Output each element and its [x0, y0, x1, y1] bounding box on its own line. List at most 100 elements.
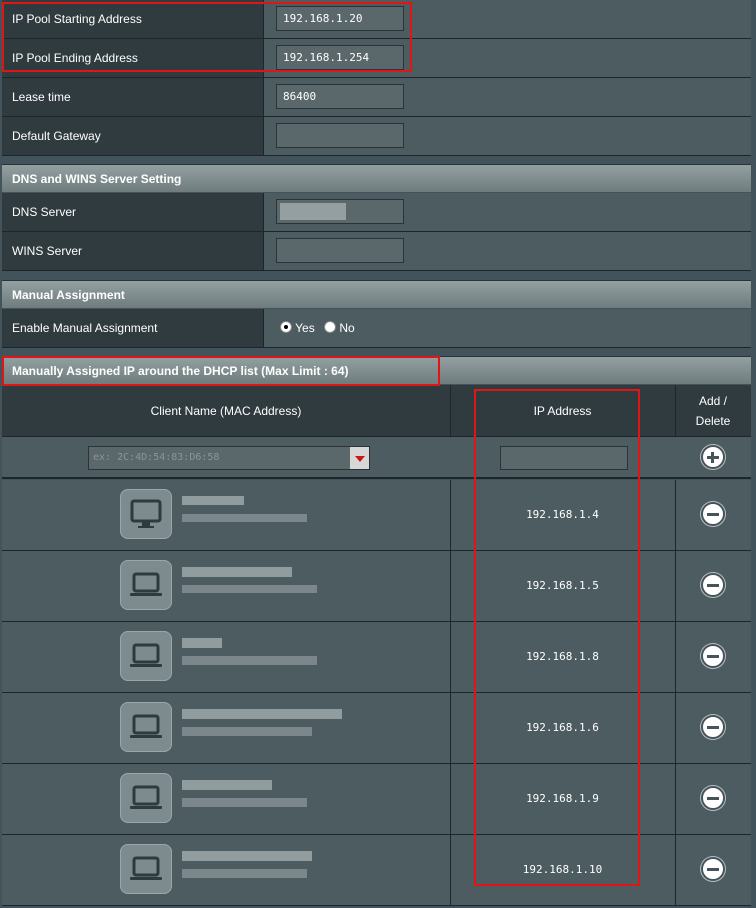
action-cell	[675, 480, 751, 550]
lease-time-label: Lease time	[2, 78, 264, 116]
radio-yes[interactable]: Yes	[280, 309, 315, 347]
enable-manual-label: Enable Manual Assignment	[2, 309, 264, 347]
delete-entry-button[interactable]	[701, 715, 725, 739]
ip-pool-start-input[interactable]	[276, 6, 404, 31]
laptop-icon[interactable]	[120, 631, 172, 681]
client-name-redacted	[182, 709, 342, 719]
client-cell	[2, 835, 451, 905]
dns-server-label: DNS Server	[2, 193, 264, 231]
plus-icon-vertical	[711, 452, 714, 463]
table-row: 192.168.1.10	[2, 835, 751, 906]
laptop-icon[interactable]	[120, 773, 172, 823]
delete-entry-button[interactable]	[701, 857, 725, 881]
client-name-redacted	[182, 514, 307, 522]
ip-address-cell: 192.168.1.9	[450, 764, 676, 834]
wins-server-cell	[264, 232, 751, 270]
lease-time-input[interactable]	[276, 84, 404, 109]
radio-yes-label: Yes	[295, 321, 315, 335]
action-cell	[675, 622, 751, 692]
radio-no-label: No	[339, 321, 355, 335]
table-row: 192.168.1.8	[2, 622, 751, 693]
action-cell	[675, 693, 751, 763]
radio-no-button[interactable]	[324, 321, 336, 333]
client-cell	[2, 693, 451, 763]
delete-entry-button[interactable]	[701, 502, 725, 526]
client-name-redacted	[182, 656, 317, 665]
add-entry-button[interactable]	[701, 445, 725, 469]
minus-icon	[707, 797, 719, 800]
dns-server-redacted	[280, 203, 346, 220]
delete-entry-button[interactable]	[701, 786, 725, 810]
ip-address-cell: 192.168.1.10	[450, 835, 676, 905]
desktop-icon[interactable]	[120, 489, 172, 539]
default-gateway-label: Default Gateway	[2, 117, 264, 155]
ip-pool-start-row: IP Pool Starting Address	[2, 0, 751, 39]
column-add-delete: Add / Delete	[675, 385, 751, 436]
default-gateway-cell	[264, 117, 751, 155]
minus-icon	[707, 726, 719, 729]
ip-pool-start-cell	[264, 0, 751, 38]
client-cell	[2, 764, 451, 834]
ip-pool-end-cell	[264, 39, 751, 77]
client-name-redacted	[182, 780, 272, 790]
client-name-redacted	[182, 496, 244, 505]
client-mac-select[interactable]: ex: 2C:4D:54:83:D6:58	[88, 446, 370, 470]
client-cell	[2, 480, 451, 550]
client-cell	[2, 551, 451, 621]
new-ip-input[interactable]	[500, 446, 628, 470]
dns-section-header: DNS and WINS Server Setting	[2, 164, 751, 192]
ip-pool-end-row: IP Pool Ending Address	[2, 39, 751, 78]
ip-address-cell: 192.168.1.8	[450, 622, 676, 692]
action-cell	[675, 764, 751, 834]
minus-icon	[707, 513, 719, 516]
client-name-redacted	[182, 567, 292, 577]
client-name-redacted	[182, 798, 307, 807]
minus-icon	[707, 584, 719, 587]
default-gateway-row: Default Gateway	[2, 117, 751, 156]
table-row: 192.168.1.6	[2, 693, 751, 764]
client-name-redacted	[182, 585, 317, 593]
enable-manual-row: Enable Manual Assignment Yes No	[2, 309, 751, 348]
table-row: 192.168.1.9	[2, 764, 751, 835]
wins-server-input[interactable]	[276, 238, 404, 263]
ip-pool-end-label: IP Pool Ending Address	[2, 39, 264, 77]
lease-time-row: Lease time	[2, 78, 751, 117]
ip-pool-end-input[interactable]	[276, 45, 404, 70]
dns-server-row: DNS Server	[2, 193, 751, 232]
table-row: 192.168.1.4	[2, 480, 751, 551]
laptop-icon[interactable]	[120, 702, 172, 752]
default-gateway-input[interactable]	[276, 123, 404, 148]
action-cell	[675, 835, 751, 905]
delete-entry-button[interactable]	[701, 644, 725, 668]
client-cell	[2, 622, 451, 692]
wins-server-label: WINS Server	[2, 232, 264, 270]
table-row: 192.168.1.5	[2, 551, 751, 622]
column-delete-label: Delete	[695, 414, 731, 428]
client-name-redacted	[182, 869, 307, 878]
chevron-down-icon[interactable]	[349, 447, 369, 469]
client-name-redacted	[182, 727, 312, 736]
dns-server-cell	[264, 193, 751, 231]
column-client-name: Client Name (MAC Address)	[2, 385, 451, 436]
add-entry-row: ex: 2C:4D:54:83:D6:58	[2, 437, 751, 479]
dhcp-list-header: Manually Assigned IP around the DHCP lis…	[2, 356, 751, 384]
ip-address-cell: 192.168.1.5	[450, 551, 676, 621]
manual-assignment-header: Manual Assignment	[2, 280, 751, 308]
delete-entry-button[interactable]	[701, 573, 725, 597]
client-name-redacted	[182, 638, 222, 648]
ip-address-cell: 192.168.1.6	[450, 693, 676, 763]
minus-icon	[707, 868, 719, 871]
laptop-icon[interactable]	[120, 844, 172, 894]
column-add-label: Add /	[698, 394, 728, 408]
radio-no[interactable]: No	[324, 309, 355, 347]
wins-server-row: WINS Server	[2, 232, 751, 271]
action-cell	[675, 551, 751, 621]
enable-manual-cell: Yes No	[264, 309, 751, 347]
ip-pool-start-label: IP Pool Starting Address	[2, 0, 264, 38]
dhcp-table-header: Client Name (MAC Address) IP Address Add…	[2, 385, 751, 437]
minus-icon	[707, 655, 719, 658]
radio-yes-button[interactable]	[280, 321, 292, 333]
laptop-icon[interactable]	[120, 560, 172, 610]
client-name-redacted	[182, 851, 312, 861]
lease-time-cell	[264, 78, 751, 116]
